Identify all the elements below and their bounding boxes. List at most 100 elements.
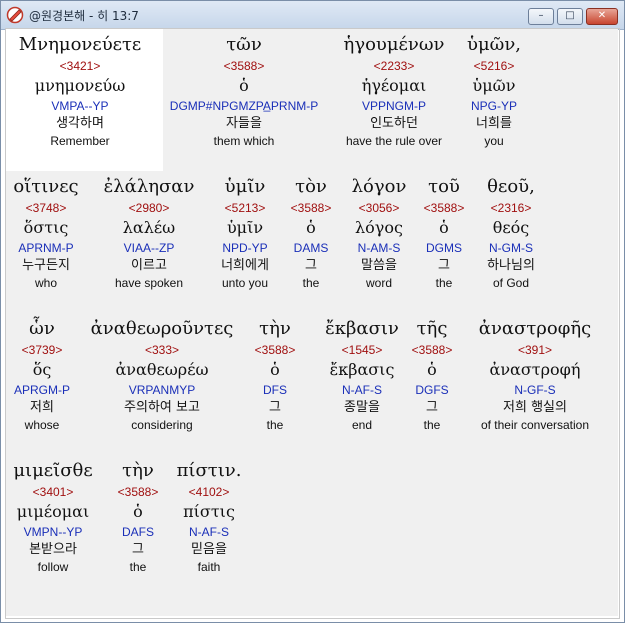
korean-gloss: 본받으라 (29, 542, 77, 557)
parse-code: N-GM-S (489, 241, 533, 255)
korean-gloss: 그 (305, 258, 317, 273)
korean-gloss: 말씀을 (361, 258, 397, 273)
strong-number: <333> (144, 343, 180, 357)
strong-number: <3588> (117, 485, 159, 499)
lemma-form: ὁ (270, 360, 280, 379)
word-entry[interactable]: θεοῦ, <2316> θεός N-GM-S 하나님의 of God (487, 175, 535, 291)
english-gloss: follow (37, 560, 69, 574)
greek-word: θεοῦ, (487, 176, 535, 197)
parse-code: VMPA--YP (51, 99, 109, 113)
greek-word: ἀναθεωροῦντες (90, 318, 234, 339)
word-entry[interactable]: τὸν <3588> ὁ DAMS 그 the (291, 175, 332, 291)
korean-gloss: 생각하며 (56, 116, 104, 131)
interlinear-panel[interactable]: Μνημονεύετε <3421> μνημονεύω VMPA--YP 생각하며 Re… (6, 29, 618, 616)
korean-gloss: 인도하던 (370, 116, 418, 131)
word-entry[interactable]: πίστιν. <4102> πίστις N-AF-S 믿음을 faith (177, 459, 242, 575)
lemma-form: λόγος (355, 218, 403, 237)
lemma-form: ὁ (239, 76, 249, 95)
word-entry[interactable]: ὑμῖν <5213> ὑμῖν NPD-YP 너희에게 unto you (221, 175, 269, 291)
english-gloss: the (302, 276, 320, 290)
lemma-form: ὁ (439, 218, 449, 237)
english-gloss: who (34, 276, 58, 290)
app-window: @원경본해 - 히 13:7 – □ ✕ Μνημονεύετε <3421> μν… (0, 0, 625, 623)
parse-code: DAFS (121, 525, 154, 539)
english-gloss: them which (213, 134, 275, 148)
greek-word: οἵτινες (13, 176, 79, 197)
lemma-form: ἔκβασις (329, 360, 395, 379)
greek-word: ἐλάλησαν (103, 176, 195, 197)
korean-gloss: 이르고 (131, 258, 167, 273)
english-gloss: Remember (50, 134, 110, 148)
greek-word: τὴν (259, 318, 291, 339)
word-entry[interactable]: ἀναθεωροῦντες <333> ἀναθεωρέω VRPANMYP 주의하여 … (91, 317, 234, 433)
greek-word: μιμεῖσθε (13, 460, 93, 481)
window-title: @원경본해 - 히 13:7 (29, 9, 139, 23)
title-bar[interactable]: @원경본해 - 히 13:7 – □ ✕ (1, 1, 624, 30)
lemma-form: μιμέομαι (16, 502, 90, 521)
parse-code: DGMP#NPGMZPA̲PRNM-P (169, 99, 319, 113)
korean-gloss: 종말을 (344, 400, 380, 415)
lemma-form: ἀναστροφή (489, 360, 581, 379)
word-entry[interactable]: τὴν <3588> ὁ DAFS 그 the (118, 459, 159, 575)
korean-gloss: 너희에게 (221, 258, 269, 273)
strong-number: <3588> (290, 201, 332, 215)
parse-code: N-GF-S (514, 383, 556, 397)
maximize-button[interactable]: □ (557, 8, 583, 25)
strong-number: <5216> (473, 59, 515, 73)
strong-number: <3588> (411, 343, 453, 357)
lemma-form: λαλέω (122, 218, 176, 237)
strong-number: <391> (517, 343, 553, 357)
word-entry[interactable]: ἡγουμένων <2233> ἡγέομαι VPPNGM-P 인도하던 have t… (344, 33, 445, 149)
english-gloss: end (351, 418, 373, 432)
greek-word: ὑμῶν, (467, 34, 521, 55)
greek-word: τὴν (122, 460, 154, 481)
greek-word: τῆς (416, 318, 448, 339)
english-gloss: the (129, 560, 147, 574)
parse-code: N-AF-S (341, 383, 382, 397)
word-entry[interactable]: Μνημονεύετε <3421> μνημονεύω VMPA--YP 생각하며 Re… (19, 33, 142, 149)
minimize-button[interactable]: – (528, 8, 554, 25)
lemma-form: θεός (492, 218, 530, 237)
word-entry[interactable]: τὴν <3588> ὁ DFS 그 the (255, 317, 296, 433)
english-gloss: faith (197, 560, 221, 574)
strong-number: <3748> (25, 201, 67, 215)
word-entry[interactable]: ἀναστροφῆς <391> ἀναστροφή N-GF-S 저희 행실의 of t… (479, 317, 591, 433)
greek-word: τοῦ (428, 176, 460, 197)
word-entry[interactable]: μιμεῖσθε <3401> μιμέομαι VMPN--YP 본받으라 follow (13, 459, 92, 575)
lemma-form: ἀναθεωρέω (115, 360, 209, 379)
korean-gloss: 너희를 (476, 116, 512, 131)
parse-code: DGMS (426, 241, 462, 255)
strong-number: <4102> (188, 485, 230, 499)
strong-number: <3588> (423, 201, 465, 215)
word-entry[interactable]: ὧν <3739> ὅς APRGM-P 저희 whose (14, 317, 70, 433)
word-entry[interactable]: τοῦ <3588> ὁ DGMS 그 the (424, 175, 465, 291)
korean-gloss: 저희 (30, 400, 54, 415)
korean-gloss: 그 (438, 258, 450, 273)
close-button[interactable]: ✕ (586, 8, 618, 25)
word-entry[interactable]: λόγον <3056> λόγος N-AM-S 말씀을 word (352, 175, 407, 291)
lemma-form: μνημονεύω (34, 76, 126, 95)
english-gloss: considering (131, 418, 193, 432)
app-icon[interactable] (6, 6, 24, 24)
word-entry[interactable]: ἔκβασιν <1545> ἔκβασις N-AF-S 종말을 end (325, 317, 399, 433)
greek-word: Μνημονεύετε (18, 34, 142, 55)
korean-gloss: 그 (426, 400, 438, 415)
word-entry[interactable]: οἵτινες <3748> ὅστις APRNM-P 누구든지 who (13, 175, 78, 291)
english-gloss: of their conversation (480, 418, 590, 432)
greek-word: ὑμῖν (224, 176, 266, 197)
word-entry[interactable]: τῶν <3588> ὁ DGMP#NPGMZPA̲PRNM-P 자들을 them whi… (170, 33, 318, 149)
korean-gloss: 그 (132, 542, 144, 557)
korean-gloss: 자들을 (226, 116, 262, 131)
parse-code: DFS (263, 383, 287, 397)
parse-code: NPD-YP (222, 241, 268, 255)
word-entry[interactable]: ἐλάλησαν <2980> λαλέω VIAA--ZP 이르고 have spoke… (104, 175, 195, 291)
word-entry[interactable]: τῆς <3588> ὁ DGFS 그 the (412, 317, 453, 433)
word-entry[interactable]: ὑμῶν, <5216> ὑμῶν NPG-YP 너희를 you (467, 33, 521, 149)
greek-word: λόγον (351, 176, 407, 197)
greek-word: ὧν (29, 318, 55, 339)
strong-number: <3401> (32, 485, 74, 499)
lemma-form: ὁ (306, 218, 316, 237)
korean-gloss: 저희 행실의 (503, 400, 567, 415)
parse-code: N-AM-S (357, 241, 401, 255)
english-gloss: you (484, 134, 504, 148)
